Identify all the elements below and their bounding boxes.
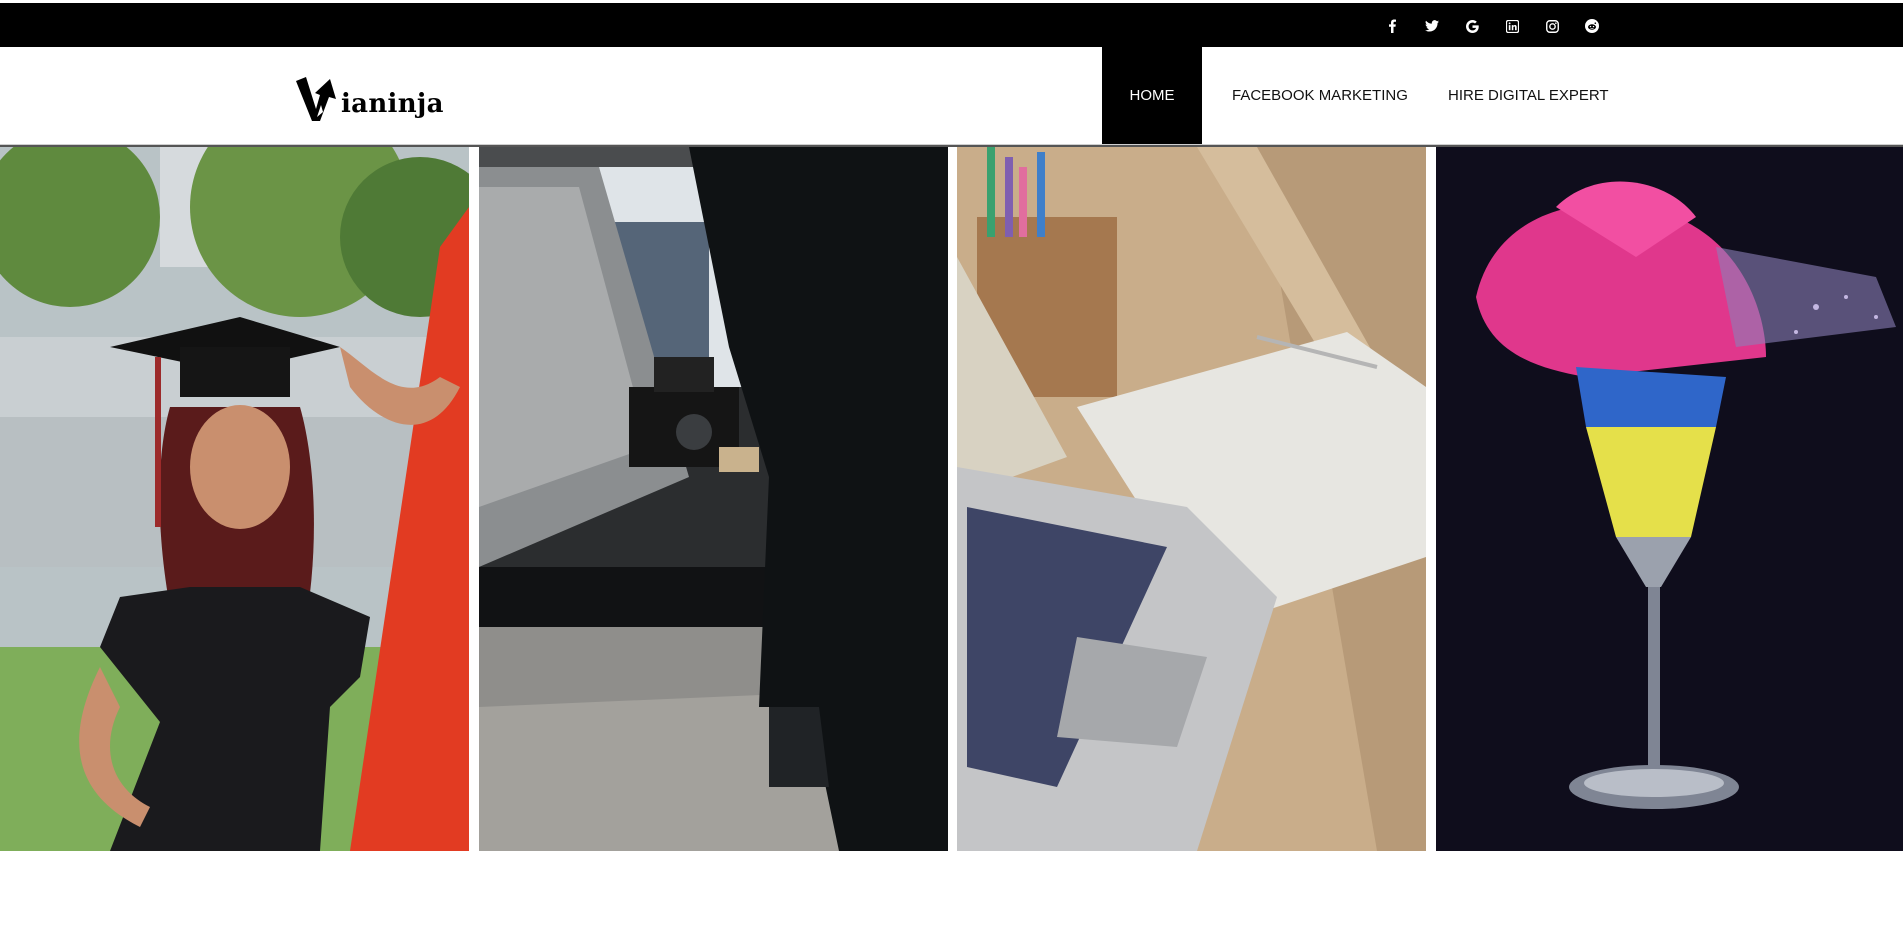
twitter-icon[interactable] [1422,16,1442,36]
nav-home[interactable]: HOME [1102,47,1202,144]
google-icon[interactable] [1462,16,1482,36]
nav-hire-digital-expert[interactable]: HIRE DIGITAL EXPERT [1448,47,1609,144]
instagram-icon[interactable] [1542,16,1562,36]
graduate-photo[interactable] [0,147,469,851]
nav-hire-digital-expert-label: HIRE DIGITAL EXPERT [1448,87,1609,104]
social-bar [0,0,1903,47]
site-header: ianinja HOME FACEBOOK MARKETING HIRE DIG… [0,47,1903,145]
nav-facebook-marketing[interactable]: FACEBOOK MARKETING [1232,47,1408,144]
nav-facebook-marketing-label: FACEBOOK MARKETING [1232,87,1408,104]
facebook-icon[interactable] [1382,16,1402,36]
camera-operator-photo[interactable] [479,147,948,851]
brand-logo[interactable]: ianinja [296,77,444,123]
logo-v-arrow-icon [296,77,336,121]
exploding-glass-photo[interactable] [1436,147,1903,851]
reddit-icon[interactable] [1582,16,1602,36]
nav-home-label: HOME [1129,87,1175,104]
linkedin-icon[interactable] [1502,16,1522,36]
photo-gallery [0,147,1903,851]
laptop-desk-photo[interactable] [957,147,1426,851]
logo-text: ianinja [341,89,444,119]
